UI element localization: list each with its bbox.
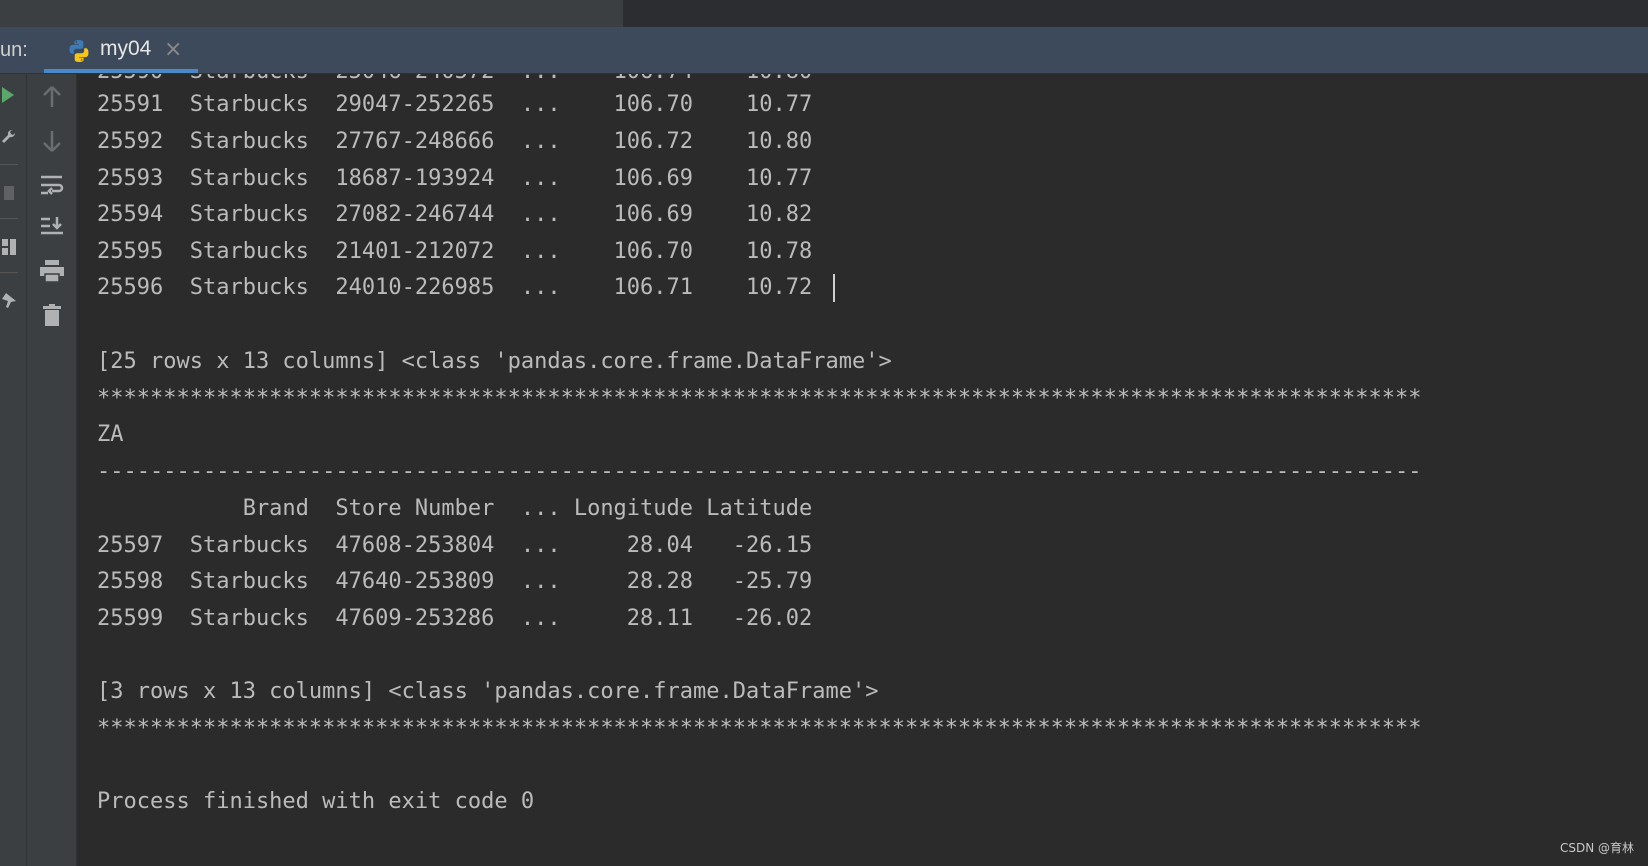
print-button[interactable]	[27, 252, 76, 290]
pin-button[interactable]	[0, 282, 18, 320]
console-line: 25595 Starbucks 21401-212072 ... 106.70 …	[97, 239, 813, 264]
watermark: CSDN @育林	[1559, 841, 1634, 855]
python-icon	[69, 40, 89, 62]
print-icon	[39, 260, 64, 282]
trash-icon	[42, 304, 61, 326]
console-side-toolbar	[27, 74, 77, 866]
toolbar-separator	[0, 218, 18, 219]
console-line: Process finished with exit code 0	[97, 789, 535, 814]
console-line: 25598 Starbucks 47640-253809 ... 28.28 -…	[97, 569, 813, 594]
active-tab-indicator	[44, 69, 198, 73]
scroll-down-button[interactable]	[27, 122, 76, 160]
console-output[interactable]: 25590 Starbucks 25046-240572 ... 106.74 …	[77, 74, 1648, 866]
console-line: 25596 Starbucks 24010-226985 ... 106.71 …	[97, 275, 813, 300]
tab-label: my04	[100, 37, 152, 60]
arrow-down-icon	[42, 131, 61, 152]
soft-wrap-icon	[40, 175, 63, 195]
console-line: ****************************************…	[97, 386, 1422, 411]
editor-tab-strip	[0, 0, 623, 27]
console-line: 25591 Starbucks 29047-252265 ... 106.70 …	[97, 92, 813, 117]
stop-icon	[4, 186, 14, 200]
layout-button[interactable]	[0, 228, 18, 266]
console-line: 25599 Starbucks 47609-253286 ... 28.11 -…	[97, 606, 813, 631]
console-line: [3 rows x 13 columns] <class 'pandas.cor…	[97, 679, 879, 704]
text-caret	[833, 274, 835, 302]
stop-button[interactable]	[0, 174, 18, 212]
window-top-strip	[0, 0, 1648, 27]
scroll-up-button[interactable]	[27, 78, 76, 116]
console-line: 25594 Starbucks 27082-246744 ... 106.69 …	[97, 202, 813, 227]
clear-all-button[interactable]	[27, 296, 76, 334]
toolbar-separator	[0, 272, 18, 273]
console-line: [25 rows x 13 columns] <class 'pandas.co…	[97, 349, 892, 374]
wrench-icon	[2, 129, 16, 143]
run-icon	[2, 87, 14, 103]
layout-icon	[2, 239, 16, 255]
console-line: 25590 Starbucks 25046-240572 ... 106.74 …	[97, 74, 812, 86]
run-button[interactable]	[0, 76, 18, 114]
console-line: 25597 Starbucks 47608-253804 ... 28.04 -…	[97, 533, 813, 558]
run-toolbar-left	[0, 74, 27, 866]
console-line: ----------------------------------------…	[97, 459, 1422, 484]
run-label: un:	[0, 39, 28, 61]
console-line: 25593 Starbucks 18687-193924 ... 106.69 …	[97, 166, 813, 191]
close-icon[interactable]: ×	[164, 37, 182, 62]
run-tool-window-header: un: my04 ×	[0, 27, 1648, 74]
arrow-up-icon	[42, 86, 61, 107]
console-line: ZA	[97, 422, 124, 447]
tab-my04[interactable]: my04 ×	[44, 27, 198, 73]
console-line: Brand Store Number ... Longitude Latitud…	[97, 496, 813, 521]
scroll-to-end-button[interactable]	[27, 208, 76, 246]
scroll-to-end-icon	[40, 217, 63, 235]
console-line: 25592 Starbucks 27767-248666 ... 106.72 …	[97, 129, 813, 154]
soft-wrap-button[interactable]	[27, 166, 76, 204]
toolbar-separator	[0, 164, 18, 165]
console-line: ****************************************…	[97, 716, 1422, 741]
pin-icon	[2, 293, 16, 308]
settings-button[interactable]	[0, 118, 18, 156]
